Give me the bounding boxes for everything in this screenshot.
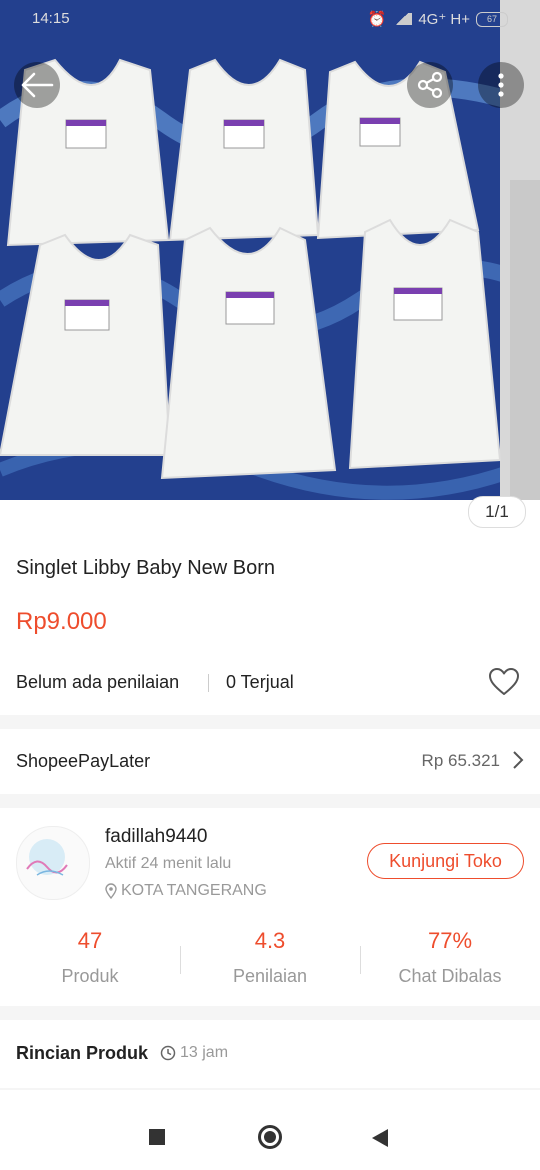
rating-text[interactable]: Belum ada penilaian — [16, 672, 179, 693]
shop-avatar[interactable] — [16, 826, 90, 900]
stat-value: 4.3 — [254, 928, 286, 953]
stat-value: 77% — [427, 928, 473, 953]
back-button[interactable] — [14, 62, 60, 108]
product-price: Rp9.000 — [16, 608, 107, 635]
share-icon — [417, 71, 443, 99]
shop-location-text: KOTA TANGERANG — [121, 882, 267, 899]
nav-home-icon[interactable] — [258, 1125, 282, 1149]
share-button[interactable] — [407, 62, 453, 108]
sold-count: 0 Terjual — [226, 672, 294, 692]
shop-name[interactable]: fadillah9440 — [105, 826, 207, 848]
image-counter: 1/1 — [468, 496, 526, 528]
nav-square-icon[interactable] — [149, 1129, 165, 1145]
stat-chat-replied[interactable]: 77% Chat Dibalas — [360, 928, 540, 987]
nav-back-icon[interactable] — [372, 1129, 388, 1147]
more-vertical-icon — [498, 73, 504, 97]
details-time: 13 jam — [160, 1044, 228, 1062]
paylater-amount: Rp 65.321 — [421, 751, 500, 770]
divider — [208, 674, 209, 692]
heart-icon — [489, 668, 519, 695]
status-bar: 14:15 ⏰ 4G⁺ H+ 67 — [0, 0, 540, 40]
chevron-right-icon — [512, 750, 524, 775]
battery-icon: 67 — [476, 11, 508, 27]
location-pin-icon — [105, 883, 117, 899]
system-nav-bar — [0, 1090, 540, 1170]
shop-location: KOTA TANGERANG — [105, 882, 267, 900]
stat-products[interactable]: 47 Produk — [0, 928, 180, 987]
stat-label: Penilaian — [232, 966, 308, 986]
visit-shop-button[interactable]: Kunjungi Toko — [367, 843, 524, 879]
signal-icon — [392, 13, 413, 25]
favorite-button[interactable] — [488, 667, 520, 702]
alarm-icon: ⏰ — [367, 11, 387, 28]
clock-icon — [160, 1045, 176, 1061]
stat-label: Chat Dibalas — [398, 966, 502, 986]
back-arrow-icon — [21, 72, 54, 98]
status-time: 14:15 — [32, 10, 70, 27]
stat-value: 47 — [77, 928, 103, 953]
product-title: Singlet Libby Baby New Born — [16, 557, 276, 579]
more-button[interactable] — [478, 62, 524, 108]
product-image[interactable] — [0, 0, 540, 500]
stat-label: Produk — [61, 966, 119, 986]
stat-ratings[interactable]: 4.3 Penilaian — [180, 928, 360, 987]
details-title: Rincian Produk — [16, 1043, 149, 1063]
network-type: 4G⁺ H+ — [418, 11, 470, 28]
details-time-text: 13 jam — [180, 1044, 229, 1061]
paylater-label: ShopeePayLater — [16, 751, 151, 771]
shop-active-status: Aktif 24 menit lalu — [105, 855, 232, 872]
